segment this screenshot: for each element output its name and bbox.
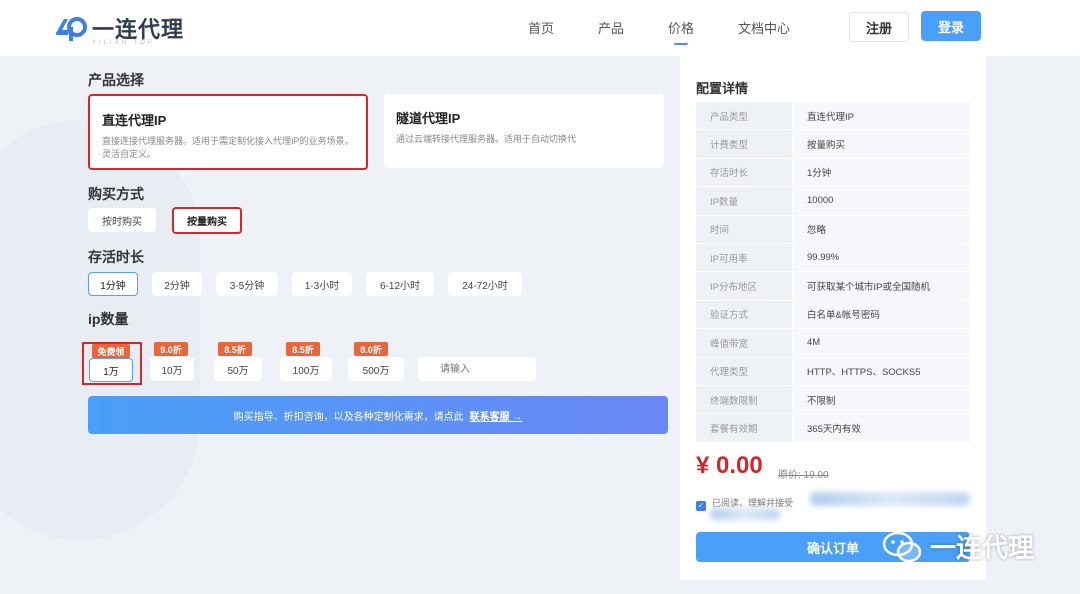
banner-text: 购买指导、折扣咨询，以及各种定制化需求，请点此 [233,411,464,423]
product-card-title: 直连代理IP [102,113,167,128]
row-key: 峰值带宽 [696,329,792,357]
row-key: IP可用率 [696,243,792,272]
contact-banner[interactable]: 购买指导、折扣咨询，以及各种定制化需求，请点此 联系客服 → [88,396,668,434]
row-value: HTTP、HTTPS、SOCKS5 [793,357,970,385]
product-card-desc: 通过云端转接代理服务器。适用于自动切换代 [396,134,577,144]
row-key: IP分布地区 [696,272,792,300]
ipcount-option-5m[interactable]: 500万 [348,357,404,381]
duration-option-1min[interactable]: 1分钟 [88,272,138,296]
table-row: 峰值带宽 4M [696,329,970,358]
table-row: 终端数限制 不限制 [696,385,970,415]
ipcount-badge: 8.5折 [218,342,252,356]
config-table: 产品类型 直连代理IP 计费类型 按量购买 存活时长 1分钟 IP数量 10000 时间… [696,102,970,443]
logo[interactable]: 一连代理 YILIAN.TOP [52,12,184,46]
total-price: ¥ 0.00 [696,452,763,479]
ipcount-badge: 8.5折 [286,342,320,356]
nav-home[interactable]: 首页 [528,18,554,37]
login-button[interactable]: 登录 [921,11,981,41]
nav-docs[interactable]: 文档中心 [738,18,790,37]
row-value: 4M [793,329,970,357]
row-key: 套餐有效期 [696,414,792,442]
nav-pricing[interactable]: 价格 [668,18,694,45]
table-row: 代理类型 HTTP、HTTPS、SOCKS5 [696,357,970,386]
table-row: IP可用率 99.99% [696,243,970,273]
ipcount-option-10k[interactable]: 1万 [89,358,133,382]
ipcount-badge: 免费领 [92,344,130,358]
duration-option-2min[interactable]: 2分钟 [152,272,202,296]
logo-subtitle: YILIAN.TOP [92,40,155,46]
row-key: IP数量 [696,187,792,215]
blurred-text [710,508,780,520]
purchase-option-time[interactable]: 按时购买 [88,208,156,232]
top-header: 一连代理 YILIAN.TOP 首页 产品 价格 文档中心 注册 登录 [0,0,1080,56]
row-key: 验证方式 [696,300,792,329]
table-row: 时间 忽略 [696,215,970,244]
product-card-title: 隧道代理IP [396,111,461,126]
row-key: 计费类型 [696,130,792,158]
row-key: 时间 [696,215,792,243]
row-value: 直连代理IP [793,102,970,130]
row-value: 白名单&帐号密码 [793,300,970,329]
agreement-checkbox[interactable]: ✓ [696,501,706,511]
row-key: 产品类型 [696,102,792,130]
ipcount-option-1m[interactable]: 100万 [280,357,332,381]
contact-service-link[interactable]: 联系客服 → [470,408,523,423]
duration-option-1-3h[interactable]: 1-3小时 [292,272,352,296]
watermark: 一连代理 [882,528,1034,565]
row-value: 可获取某个城市IP或全国随机 [793,272,970,300]
product-card-tunnel[interactable]: 隧道代理IP 通过云端转接代理服务器。适用于自动切换代 [384,94,664,168]
table-row: 产品类型 直连代理IP [696,102,970,131]
table-row: IP数量 10000 [696,187,970,216]
row-value: 按量购买 [793,130,970,158]
ipcount-section-title: ip数量 [88,311,129,327]
row-value: 不限制 [793,385,970,414]
table-row: IP分布地区 可获取某个城市IP或全国随机 [696,272,970,301]
purchase-option-volume[interactable]: 按量购买 [172,207,242,234]
blurred-link [810,492,970,506]
row-value: 99.99% [793,243,970,272]
row-value: 1分钟 [793,158,970,187]
nav-products[interactable]: 产品 [598,18,624,37]
table-row: 验证方式 白名单&帐号密码 [696,300,970,330]
duration-section-title: 存活时长 [88,249,144,265]
table-row: 计费类型 按量购买 [696,130,970,159]
row-key: 终端数限制 [696,385,792,414]
ipcount-badge: 9.0折 [154,342,188,356]
product-card-desc: 直接连接代理服务器。适用于需定制化接入代理IP的业务场景。灵活自定义。 [102,136,354,159]
product-section-title: 产品选择 [88,72,144,88]
row-value: 365天内有效 [793,414,970,442]
watermark-text: 一连代理 [930,533,1035,563]
row-value: 10000 [793,187,970,215]
table-row: 存活时长 1分钟 [696,158,970,188]
original-price: 原价: 19.00 [778,470,829,481]
ipcount-option-100k[interactable]: 10万 [150,357,194,381]
row-key: 存活时长 [696,158,792,187]
row-value: 忽略 [793,215,970,243]
main-nav: 首页 产品 价格 文档中心 [528,18,834,45]
config-panel: 配置详情 产品类型 直连代理IP 计费类型 按量购买 存活时长 1分钟 IP数量 100… [680,56,986,580]
ipcount-badge: 8.0折 [354,342,388,356]
panel-title: 配置详情 [696,81,749,96]
product-card-direct[interactable]: 直连代理IP 直接连接代理服务器。适用于需定制化接入代理IP的业务场景。灵活自定… [88,94,368,170]
logo-mark-icon [52,13,88,43]
purchase-section-title: 购买方式 [88,186,144,202]
wechat-icon [882,531,922,562]
background-decoration [0,120,200,540]
ipcount-custom-input[interactable] [418,357,536,381]
row-key: 代理类型 [696,357,792,385]
duration-option-6-12h[interactable]: 6-12小时 [366,272,434,296]
duration-option-24-72h[interactable]: 24-72小时 [448,272,522,296]
duration-option-3-5min[interactable]: 3-5分钟 [216,272,278,296]
ipcount-option-500k[interactable]: 50万 [214,357,262,381]
table-row: 套餐有效期 365天内有效 [696,414,970,443]
register-button[interactable]: 注册 [849,12,909,42]
